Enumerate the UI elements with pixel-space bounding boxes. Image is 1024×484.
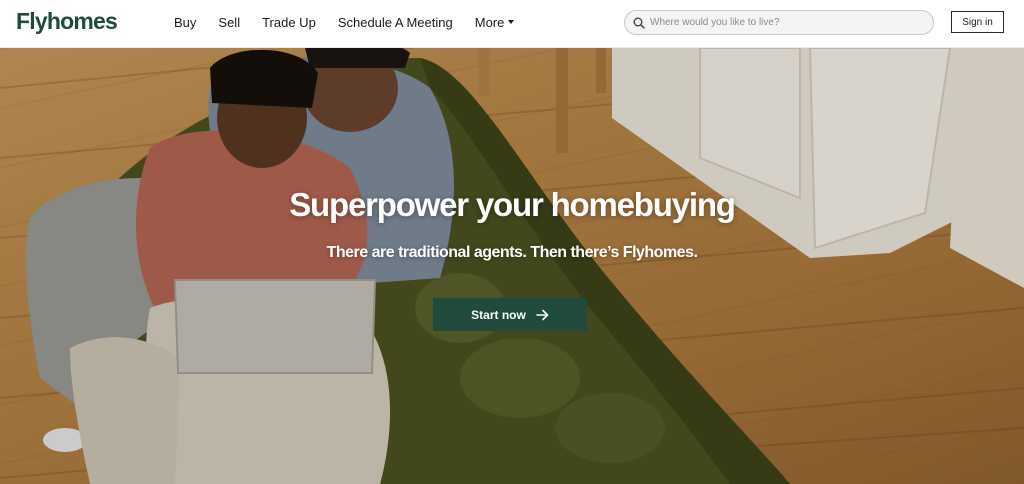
sign-in-button[interactable]: Sign in <box>951 11 1004 33</box>
cta-label: Start now <box>471 307 526 322</box>
arrow-right-icon <box>536 309 549 321</box>
search-input[interactable] <box>650 17 920 28</box>
nav-item-label: More <box>474 14 505 30</box>
brand-logo[interactable]: Flyhomes <box>16 8 118 35</box>
nav-item-sell[interactable]: Sell <box>218 15 240 30</box>
start-now-button[interactable]: Start now <box>433 298 587 331</box>
search-bar[interactable] <box>624 10 934 35</box>
site-header: Flyhomes Buy Sell Trade Up Schedule A Me… <box>0 0 1024 48</box>
nav-item-label: Trade Up <box>262 14 316 30</box>
nav-item-buy[interactable]: Buy <box>174 15 196 30</box>
main-nav: Buy Sell Trade Up Schedule A Meeting Mor… <box>174 0 536 44</box>
nav-item-more[interactable]: More <box>475 15 515 30</box>
hero-background-image <box>0 48 1024 484</box>
hero-subtitle: There are traditional agents. Then there… <box>326 244 698 261</box>
hero-section: Superpower your homebuying There are tra… <box>0 48 1024 484</box>
caret-down-icon <box>508 20 515 24</box>
hero-title: Superpower your homebuying <box>289 186 736 223</box>
nav-item-schedule-meeting[interactable]: Schedule A Meeting <box>338 15 453 30</box>
nav-item-trade-up[interactable]: Trade Up <box>262 15 316 30</box>
search-icon <box>633 17 645 29</box>
nav-item-label: Sell <box>218 14 241 30</box>
nav-item-label: Buy <box>174 14 197 30</box>
nav-item-label: Schedule A Meeting <box>337 14 453 30</box>
